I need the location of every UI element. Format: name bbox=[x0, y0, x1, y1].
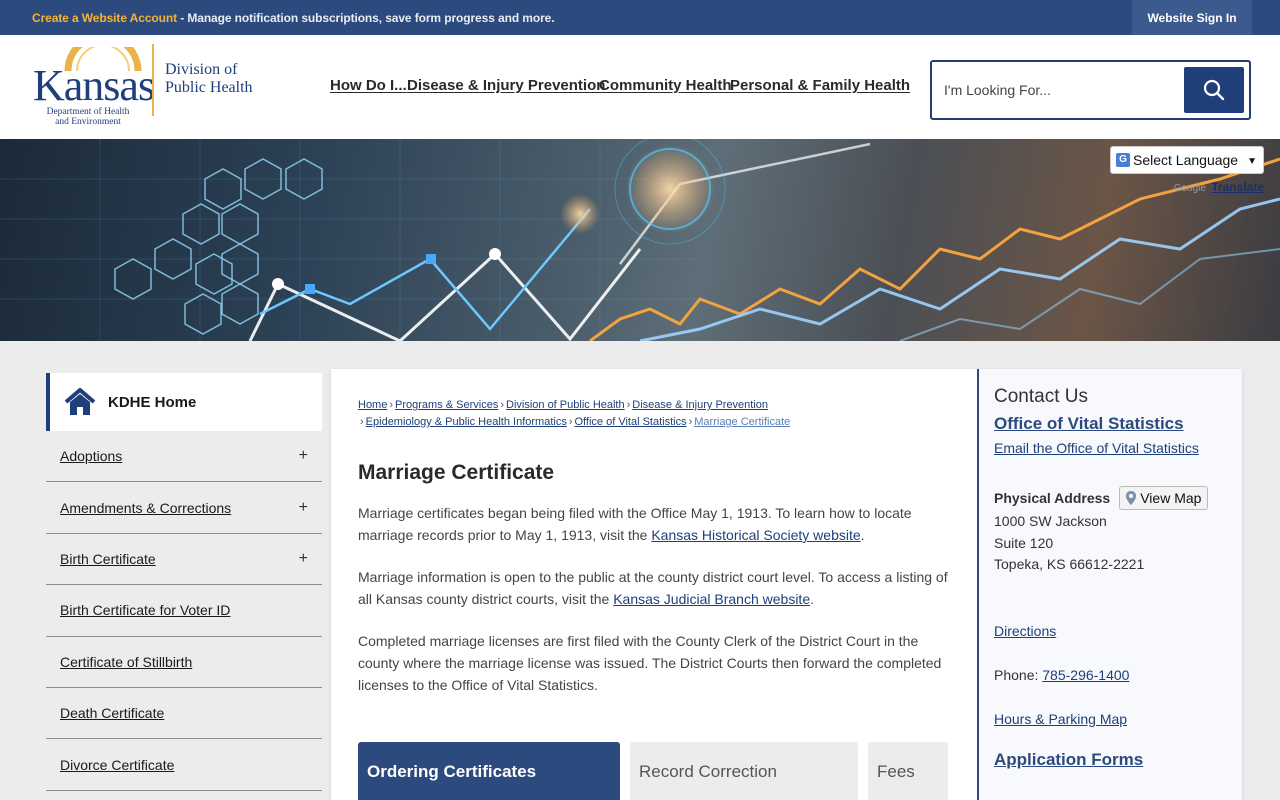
sidebar-item-label[interactable]: Adoptions bbox=[60, 448, 122, 464]
application-forms-link[interactable]: Application Forms bbox=[994, 750, 1242, 770]
google-translate-icon: G bbox=[1116, 153, 1130, 167]
tab-ordering-certificates[interactable]: Ordering Certificates bbox=[358, 742, 620, 800]
paragraph-licenses: Completed marriage licenses are first fi… bbox=[358, 633, 942, 693]
logo-division-line2: Public Health bbox=[165, 79, 253, 96]
breadcrumb-home[interactable]: Home bbox=[358, 399, 387, 411]
hours-parking-link[interactable]: Hours & Parking Map bbox=[994, 711, 1242, 727]
email-link[interactable]: Email the Office of Vital Statistics bbox=[994, 440, 1242, 456]
tab-bar: Ordering Certificates Record Correction … bbox=[358, 742, 958, 800]
para2-end: . bbox=[810, 591, 814, 607]
expand-plus-icon[interactable]: + bbox=[299, 550, 308, 568]
main-nav: How Do I... Disease & Injury Prevention … bbox=[330, 77, 910, 94]
sidebar-nav: KDHE Home Adoptions + Amendments & Correct… bbox=[46, 373, 322, 791]
logo-kansas-text: Kansas bbox=[33, 61, 155, 110]
main-content: Home › Programs & Services › Division of Pub… bbox=[331, 369, 1242, 800]
address-header: Physical Address View Map bbox=[994, 486, 1242, 510]
view-map-button[interactable]: View Map bbox=[1119, 486, 1209, 510]
address-block: 1000 SW Jackson Suite 120 Topeka, KS 666… bbox=[994, 511, 1242, 576]
site-header: Kansas Department of Health and Environm… bbox=[0, 35, 1280, 139]
address-label: Physical Address bbox=[994, 490, 1111, 506]
sidebar-item-label[interactable]: Birth Certificate bbox=[60, 551, 156, 567]
create-account-link[interactable]: Create a Website Account bbox=[32, 11, 177, 25]
tab-record-correction[interactable]: Record Correction bbox=[630, 742, 858, 800]
address-line-2: Suite 120 bbox=[994, 534, 1054, 551]
historical-society-link[interactable]: Kansas Historical Society website bbox=[651, 527, 860, 543]
chevron-down-icon: ▼ bbox=[1247, 156, 1257, 167]
contact-panel: Contact Us Office of Vital Statistics Em… bbox=[977, 369, 1242, 800]
address-line-3: Topeka, KS 66612-2221 bbox=[994, 556, 1145, 572]
sidebar-item-label[interactable]: Divorce Certificate bbox=[60, 757, 174, 773]
page-title: Marriage Certificate bbox=[358, 461, 555, 484]
logo-division-line1: Division of bbox=[165, 61, 238, 78]
sidebar-item[interactable]: Death Certificate bbox=[46, 688, 322, 740]
breadcrumb-vital-stats[interactable]: Office of Vital Statistics bbox=[575, 416, 687, 428]
sidebar-home[interactable]: KDHE Home bbox=[46, 373, 322, 431]
nav-personal-family-health[interactable]: Personal & Family Health bbox=[730, 77, 910, 94]
nav-how-do-i[interactable]: How Do I... bbox=[330, 77, 407, 94]
expand-plus-icon[interactable]: + bbox=[299, 499, 308, 517]
sidebar-item[interactable]: Certificate of Stillbirth bbox=[46, 637, 322, 688]
breadcrumb-division[interactable]: Division of Public Health bbox=[506, 399, 625, 411]
phone-line: Phone: 785-296-1400 bbox=[994, 667, 1242, 683]
paragraph-court: Marriage information is open to the publ… bbox=[358, 566, 950, 610]
language-select-label: Select Language bbox=[1133, 152, 1239, 168]
search-input[interactable] bbox=[944, 76, 1174, 104]
logo-dept-line1: Department of Health bbox=[46, 107, 130, 117]
banner-graphic bbox=[0, 139, 1280, 341]
top-notification-bar: Create a Website Account - Manage notifi… bbox=[0, 0, 1280, 35]
language-select[interactable]: G Select Language ▼ bbox=[1110, 146, 1264, 174]
sidebar-home-label: KDHE Home bbox=[108, 393, 197, 411]
logo-division: Division of Public Health bbox=[165, 61, 253, 97]
account-message: Create a Website Account - Manage notifi… bbox=[32, 11, 555, 25]
nav-community-health[interactable]: Community Health bbox=[599, 77, 732, 94]
tab-fees[interactable]: Fees bbox=[868, 742, 948, 800]
para1-end: . bbox=[860, 527, 865, 543]
map-pin-icon bbox=[1126, 491, 1137, 505]
sidebar-item-label[interactable]: Amendments & Corrections bbox=[60, 500, 231, 516]
sidebar-item[interactable]: Birth Certificate + bbox=[46, 534, 322, 586]
phone-link[interactable]: 785-296-1400 bbox=[1042, 667, 1129, 683]
logo-divider bbox=[152, 44, 154, 116]
sidebar-item-label[interactable]: Death Certificate bbox=[60, 705, 164, 721]
sidebar-item-label[interactable]: Certificate of Stillbirth bbox=[60, 654, 192, 670]
breadcrumb: Home › Programs & Services › Division of Pub… bbox=[358, 399, 791, 428]
sidebar-item[interactable]: Birth Certificate for Voter ID bbox=[46, 585, 322, 637]
logo-department: Department of Health and Environment bbox=[46, 107, 130, 127]
breadcrumb-disease-prevention[interactable]: Disease & Injury Prevention bbox=[632, 399, 768, 411]
logo-dept-line2: and Environment bbox=[55, 117, 121, 127]
account-message-text: - Manage notification subscriptions, sav… bbox=[176, 11, 555, 25]
breadcrumb-current[interactable]: Marriage Certificate bbox=[694, 416, 790, 428]
breadcrumb-epidemiology[interactable]: Epidemiology & Public Health Informatics bbox=[366, 416, 567, 428]
breadcrumb-programs[interactable]: Programs & Services bbox=[395, 399, 498, 411]
sign-in-button[interactable]: Website Sign In bbox=[1132, 0, 1252, 35]
hero-banner: G Select Language ▼ Google Translate bbox=[0, 139, 1280, 341]
kdhe-logo[interactable]: Kansas Department of Health and Environm… bbox=[33, 44, 263, 127]
contact-title: Contact Us bbox=[994, 386, 1088, 407]
sidebar-item[interactable]: Amendments & Corrections + bbox=[46, 482, 322, 534]
office-link[interactable]: Office of Vital Statistics bbox=[994, 414, 1242, 434]
sidebar-item[interactable]: Divorce Certificate bbox=[46, 739, 322, 791]
search-icon bbox=[1203, 79, 1225, 101]
home-icon bbox=[64, 388, 96, 415]
powered-by-translate: Google Translate bbox=[1110, 180, 1264, 194]
content-area: Home › Programs & Services › Division of Pub… bbox=[358, 397, 950, 696]
phone-label: Phone: bbox=[994, 666, 1043, 683]
sidebar-item-label[interactable]: Birth Certificate for Voter ID bbox=[60, 602, 230, 618]
address-line-1: 1000 SW Jackson bbox=[994, 513, 1107, 529]
nav-disease-injury-prevention[interactable]: Disease & Injury Prevention bbox=[407, 77, 605, 94]
google-translate: G Select Language ▼ Google Translate bbox=[1110, 146, 1264, 194]
paragraph-history: Marriage certificates began being filed … bbox=[358, 502, 950, 546]
view-map-label: View Map bbox=[1140, 490, 1202, 506]
judicial-branch-link[interactable]: Kansas Judicial Branch website bbox=[613, 591, 810, 607]
translate-link[interactable]: Translate bbox=[1211, 180, 1264, 194]
search-button[interactable] bbox=[1184, 67, 1244, 113]
sidebar-item[interactable]: Adoptions + bbox=[46, 431, 322, 483]
directions-link[interactable]: Directions bbox=[994, 623, 1242, 639]
expand-plus-icon[interactable]: + bbox=[299, 447, 308, 465]
google-wordmark: Google bbox=[1173, 183, 1206, 194]
site-search bbox=[930, 60, 1251, 120]
